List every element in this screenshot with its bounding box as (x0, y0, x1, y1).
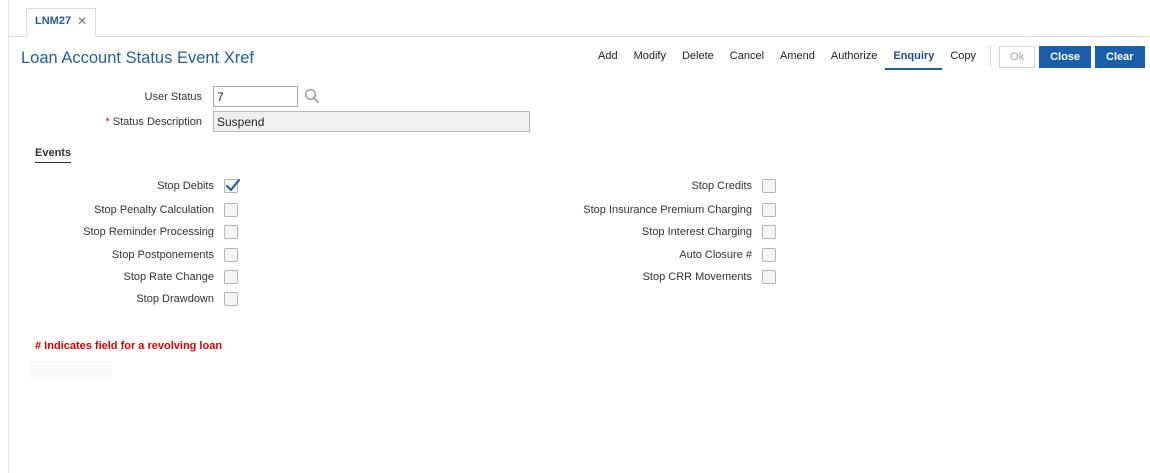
ok-button[interactable]: Ok (999, 46, 1036, 68)
stop-postponements-label: Stop Postponements (111, 249, 214, 261)
authorize-button[interactable]: Authorize (823, 46, 885, 68)
action-toolbar: Add Modify Delete Cancel Amend Authorize… (590, 46, 1149, 70)
amend-button[interactable]: Amend (772, 46, 823, 68)
stop-crr-movements-checkbox[interactable] (762, 270, 776, 284)
stop-reminder-processing-checkbox[interactable] (224, 225, 238, 239)
cancel-button[interactable]: Cancel (722, 46, 772, 68)
add-button[interactable]: Add (590, 46, 626, 68)
stop-drawdown-label: Stop Drawdown (136, 293, 214, 305)
tab-lnm27[interactable]: LNM27 ✕ (26, 8, 97, 37)
search-icon[interactable] (304, 88, 320, 104)
stop-credits-checkbox[interactable] (762, 179, 776, 193)
stop-drawdown-checkbox[interactable] (224, 292, 238, 306)
check-icon (225, 178, 241, 192)
stop-postponements-checkbox[interactable] (224, 248, 238, 262)
stop-debits-checkbox[interactable] (224, 178, 241, 193)
stop-penalty-calculation-label: Stop Penalty Calculation (94, 204, 214, 216)
enquiry-button[interactable]: Enquiry (885, 46, 943, 70)
stop-crr-movements-label: Stop CRR Movements (642, 271, 752, 283)
revolving-loan-note: # Indicates field for a revolving loan (35, 340, 223, 352)
stop-insurance-premium-charging-checkbox[interactable] (762, 203, 776, 217)
left-border (8, 0, 9, 473)
stop-debits-label: Stop Debits (157, 180, 214, 192)
stop-interest-charging-label: Stop Interest Charging (641, 226, 752, 238)
status-description-field[interactable] (213, 111, 530, 132)
stop-reminder-processing-label: Stop Reminder Processing (83, 226, 214, 238)
tab-label: LNM27 (35, 15, 72, 27)
toolbar-divider (990, 46, 992, 68)
modify-button[interactable]: Modify (626, 46, 674, 68)
stop-penalty-calculation-checkbox[interactable] (224, 203, 238, 217)
status-description-label: * Status Description (105, 116, 202, 128)
close-icon[interactable]: ✕ (77, 15, 87, 27)
delete-button[interactable]: Delete (674, 46, 722, 68)
blank-area (30, 361, 112, 379)
stop-insurance-premium-charging-label: Stop Insurance Premium Charging (583, 204, 752, 216)
required-mark: * (105, 116, 110, 128)
copy-button[interactable]: Copy (942, 46, 984, 68)
events-heading: Events (35, 147, 72, 163)
close-button[interactable]: Close (1039, 46, 1092, 68)
status-description-label-text: Status Description (112, 116, 202, 128)
stop-interest-charging-checkbox[interactable] (762, 225, 776, 239)
user-status-label: User Status (144, 91, 202, 103)
page-title: Loan Account Status Event Xref (21, 49, 254, 67)
clear-button[interactable]: Clear (1095, 46, 1145, 68)
auto-closure-checkbox[interactable] (762, 248, 776, 262)
auto-closure-label: Auto Closure # (679, 249, 752, 261)
user-status-input[interactable] (213, 86, 298, 107)
stop-rate-change-label: Stop Rate Change (123, 271, 214, 283)
stop-rate-change-checkbox[interactable] (224, 270, 238, 284)
stop-credits-label: Stop Credits (691, 180, 752, 192)
tab-bar: LNM27 ✕ (8, 0, 1150, 37)
